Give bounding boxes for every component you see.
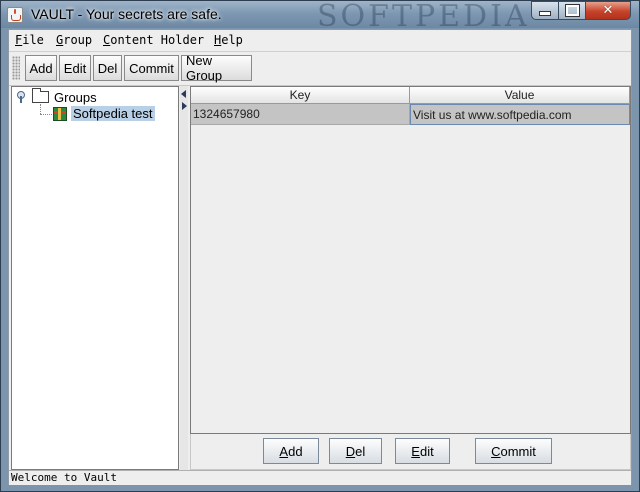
status-bar: Welcome to Vault — [9, 470, 631, 485]
tree-root-groups[interactable]: Groups — [54, 90, 97, 105]
content-edit-label: Edit — [411, 443, 434, 459]
minimize-button[interactable] — [531, 1, 559, 20]
toolbar-commit-button[interactable]: Commit — [124, 55, 179, 81]
content-commit-label: Commit — [491, 443, 536, 459]
content-del-button[interactable]: Del — [329, 438, 382, 464]
collapse-right-icon[interactable] — [182, 102, 187, 110]
cell-value[interactable]: Visit us at www.softpedia.com — [410, 104, 630, 125]
toolbar: Add Edit Del Commit New Group — [9, 51, 631, 86]
menu-bar: File Group Content Holder Help — [9, 30, 631, 50]
group-node-icon — [53, 107, 67, 121]
content-edit-button[interactable]: Edit — [395, 438, 450, 464]
tree-connector — [40, 104, 41, 114]
folder-icon — [32, 88, 49, 103]
maximize-icon — [564, 4, 580, 17]
toolbar-grip-handle[interactable] — [12, 56, 20, 80]
tree-toggle-icon[interactable] — [16, 91, 26, 103]
menu-file[interactable]: File — [15, 33, 44, 47]
group-tree[interactable]: Groups Softpedia test — [11, 86, 179, 470]
content-add-label: Add — [279, 443, 303, 459]
menu-help[interactable]: Help — [214, 33, 243, 47]
tree-connector — [40, 114, 52, 115]
toolbar-new-group-button[interactable]: New Group — [181, 53, 252, 83]
menu-content-holder[interactable]: Content Holder — [103, 33, 204, 47]
app-window: SOFTPEDIA VAULT - Your secrets are safe.… — [0, 0, 640, 492]
maximize-button[interactable] — [559, 1, 586, 20]
window-controls: ✕ — [531, 1, 631, 20]
content-table[interactable]: Key Value 1324657980 Visit us at www.sof… — [190, 86, 631, 434]
java-app-icon[interactable] — [7, 7, 23, 23]
toolbar-edit-button[interactable]: Edit — [59, 55, 91, 81]
tree-item-softpedia-test[interactable]: Softpedia test — [71, 106, 155, 121]
menu-group[interactable]: Group — [56, 33, 92, 47]
column-header-key[interactable]: Key — [191, 87, 410, 104]
minimize-icon — [539, 11, 551, 16]
column-header-value[interactable]: Value — [410, 87, 630, 104]
table-header: Key Value — [191, 87, 630, 104]
content-del-label: Del — [345, 443, 366, 459]
split-pane-divider[interactable] — [180, 86, 188, 470]
title-bar[interactable]: SOFTPEDIA VAULT - Your secrets are safe.… — [1, 0, 639, 34]
toolbar-del-button[interactable]: Del — [93, 55, 122, 81]
collapse-left-icon[interactable] — [181, 90, 186, 98]
cell-key[interactable]: 1324657980 — [191, 104, 410, 125]
client-area: File Group Content Holder Help Add Edit … — [8, 29, 632, 485]
window-title: VAULT - Your secrets are safe. — [31, 6, 222, 22]
content-commit-button[interactable]: Commit — [475, 438, 552, 464]
close-icon: ✕ — [602, 3, 614, 18]
table-row[interactable]: 1324657980 Visit us at www.softpedia.com — [191, 104, 630, 125]
content-add-button[interactable]: Add — [263, 438, 319, 464]
content-actions: Add Del Edit Commit — [190, 434, 631, 470]
toolbar-add-button[interactable]: Add — [25, 55, 57, 81]
close-button[interactable]: ✕ — [586, 1, 631, 20]
